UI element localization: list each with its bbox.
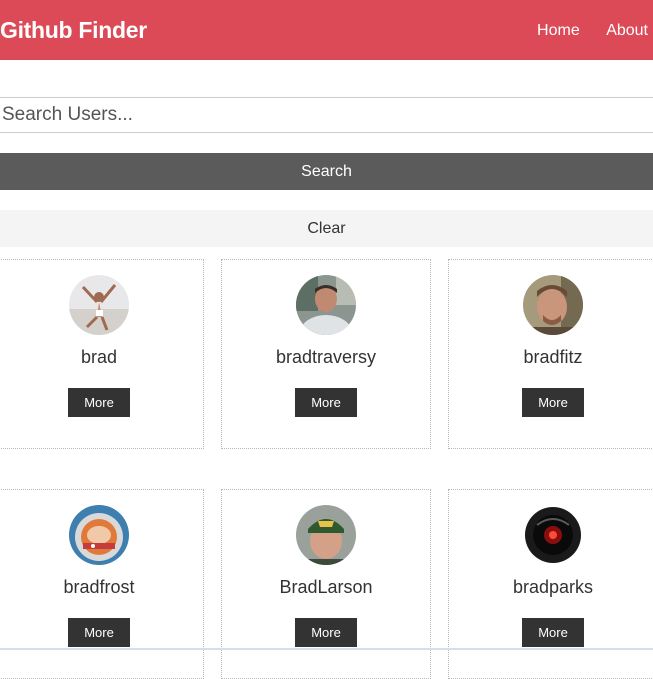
user-login: bradparks bbox=[512, 577, 594, 597]
more-button[interactable]: More bbox=[522, 388, 584, 417]
divider bbox=[0, 648, 653, 650]
brand-title[interactable]: Github Finder bbox=[0, 16, 147, 44]
search-button[interactable]: Search bbox=[0, 153, 653, 190]
more-button[interactable]: More bbox=[295, 618, 357, 647]
avatar bbox=[69, 505, 129, 565]
search-input[interactable] bbox=[0, 97, 653, 133]
user-login: BradLarson bbox=[279, 577, 373, 597]
more-button[interactable]: More bbox=[68, 388, 130, 417]
avatar bbox=[296, 505, 356, 565]
navbar: Github Finder Home About bbox=[0, 0, 653, 60]
user-login: bradfitz bbox=[523, 347, 583, 367]
user-card: bradfitz More bbox=[448, 259, 653, 449]
user-card: brad More bbox=[0, 259, 204, 449]
avatar bbox=[296, 275, 356, 335]
nav-link-home[interactable]: Home bbox=[537, 22, 580, 39]
more-button[interactable]: More bbox=[295, 388, 357, 417]
avatar bbox=[69, 275, 129, 335]
user-card: BradLarson More bbox=[221, 489, 431, 679]
nav-link-about[interactable]: About bbox=[606, 22, 648, 39]
user-card: bradfrost More bbox=[0, 489, 204, 679]
clear-button[interactable]: Clear bbox=[0, 210, 653, 247]
user-card: bradparks More bbox=[448, 489, 653, 679]
user-login: brad bbox=[80, 347, 118, 367]
more-button[interactable]: More bbox=[68, 618, 130, 647]
user-login: bradfrost bbox=[63, 577, 135, 597]
user-login: bradtraversy bbox=[275, 347, 377, 367]
more-button[interactable]: More bbox=[522, 618, 584, 647]
avatar bbox=[523, 505, 583, 565]
nav-links: Home About bbox=[515, 21, 648, 41]
user-card: bradtraversy More bbox=[221, 259, 431, 449]
avatar bbox=[523, 275, 583, 335]
